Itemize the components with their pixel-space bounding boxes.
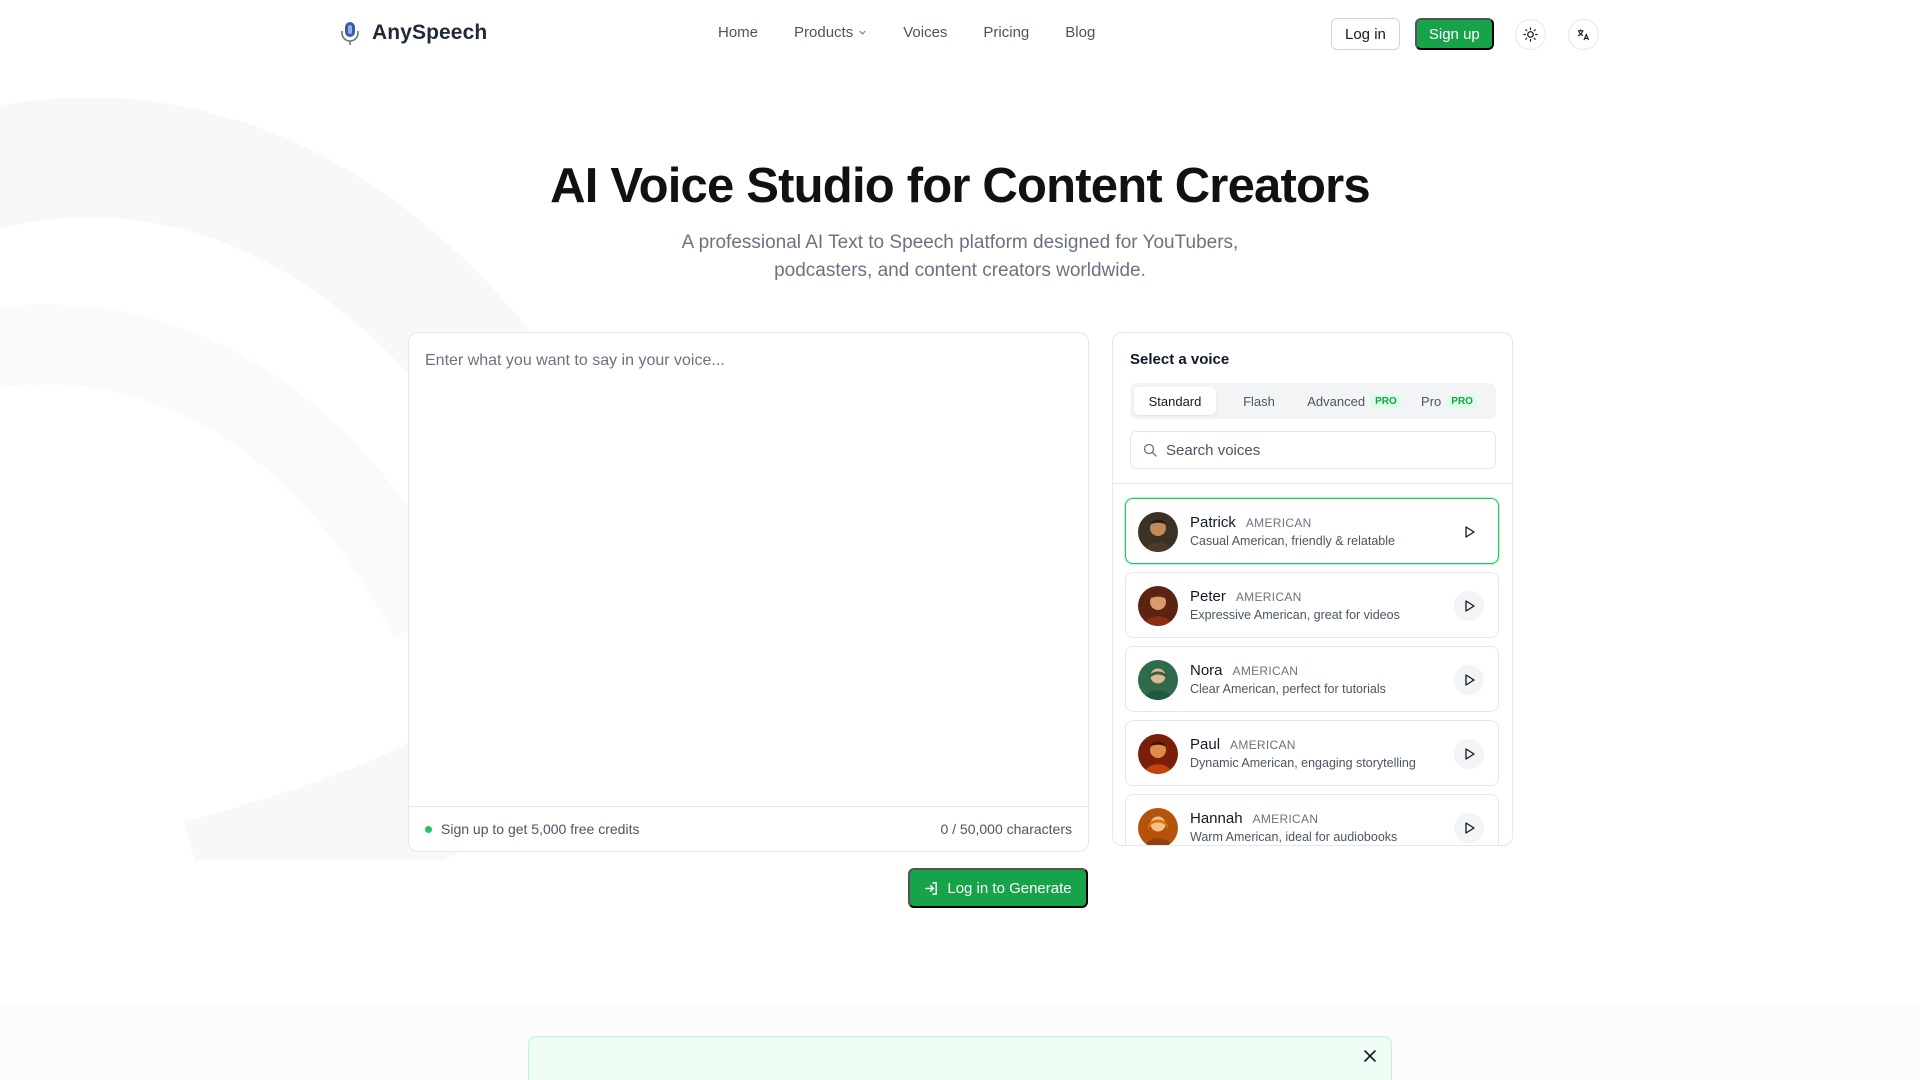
- credits-note-text: Sign up to get 5,000 free credits: [441, 821, 640, 837]
- editor-footer: Sign up to get 5,000 free credits 0 / 50…: [409, 806, 1088, 851]
- tab-standard-label: Standard: [1148, 393, 1202, 409]
- voice-list: Patrick AMERICAN Casual American, friend…: [1125, 498, 1499, 845]
- tab-flash[interactable]: Flash: [1216, 387, 1302, 415]
- tab-advanced-label: Advanced: [1307, 393, 1366, 409]
- generate-button-label: Log in to Generate: [947, 879, 1072, 897]
- voice-name: Hannah: [1190, 810, 1243, 827]
- tab-pro-label: Pro: [1421, 393, 1442, 409]
- nav-products[interactable]: Products: [794, 24, 867, 41]
- tab-flash-label: Flash: [1243, 393, 1275, 409]
- avatar: [1138, 586, 1178, 626]
- voice-accent: AMERICAN: [1235, 590, 1302, 604]
- voice-card-hannah[interactable]: Hannah AMERICAN Warm American, ideal for…: [1125, 794, 1499, 845]
- hero-title: AI Voice Studio for Content Creators: [550, 159, 1370, 213]
- chevron-down-icon: [859, 30, 866, 35]
- voice-accent: AMERICAN: [1230, 738, 1296, 752]
- brand-logo[interactable]: AnySpeech: [340, 20, 487, 46]
- divider: [1113, 483, 1512, 484]
- voice-accent: AMERICAN: [1245, 516, 1312, 530]
- avatar: [1138, 512, 1178, 552]
- play-icon: [1465, 748, 1475, 760]
- translate-icon: [1577, 28, 1589, 40]
- voice-search: [1130, 431, 1496, 469]
- voice-accent: AMERICAN: [1252, 812, 1319, 826]
- microphone-logo-icon: [341, 22, 359, 45]
- main-nav: Home Products Voices Pricing Blog: [718, 24, 1095, 41]
- nav-blog[interactable]: Blog: [1065, 24, 1095, 41]
- voice-card-patrick[interactable]: Patrick AMERICAN Casual American, friend…: [1125, 498, 1499, 564]
- play-preview-button[interactable]: [1454, 591, 1484, 621]
- voice-name-row: Nora AMERICAN: [1190, 662, 1298, 679]
- theme-toggle-button[interactable]: [1514, 18, 1546, 50]
- status-dot: [425, 825, 432, 833]
- voice-name: Nora: [1190, 662, 1223, 679]
- voice-name: Paul: [1190, 736, 1221, 753]
- generate-button[interactable]: Log in to Generate: [908, 868, 1088, 908]
- voice-accent: AMERICAN: [1232, 664, 1299, 678]
- voice-description: Dynamic American, engaging storytelling: [1190, 756, 1416, 770]
- brand-name: AnySpeech: [372, 21, 488, 44]
- voice-description: Casual American, friendly & relatable: [1190, 534, 1395, 548]
- play-icon: [1465, 674, 1475, 686]
- play-preview-button[interactable]: [1454, 739, 1484, 769]
- voice-model-tabs: Standard Flash Advanced PRO Pro PRO: [1130, 383, 1496, 419]
- nav-pricing[interactable]: Pricing: [983, 24, 1029, 41]
- search-icon: [1143, 443, 1157, 457]
- close-icon[interactable]: [1363, 1049, 1377, 1063]
- nav-products-label: Products: [794, 24, 854, 41]
- tab-advanced[interactable]: Advanced PRO: [1302, 387, 1406, 415]
- avatar: [1138, 660, 1178, 700]
- play-icon: [1465, 822, 1475, 834]
- pro-badge: PRO: [1447, 394, 1477, 408]
- voice-name-row: Paul AMERICAN: [1190, 736, 1296, 753]
- voice-description: Expressive American, great for videos: [1190, 608, 1400, 622]
- tab-pro[interactable]: Pro PRO: [1406, 387, 1492, 415]
- play-icon: [1465, 526, 1475, 538]
- voice-name: Peter: [1190, 588, 1226, 605]
- character-count: 0 / 50,000 characters: [940, 821, 1072, 837]
- voice-search-input[interactable]: [1166, 441, 1466, 459]
- voice-name-row: Patrick AMERICAN: [1190, 514, 1312, 531]
- nav-actions: Log in Sign up: [1331, 18, 1599, 50]
- login-button[interactable]: Log in: [1331, 18, 1400, 50]
- avatar: [1138, 808, 1178, 845]
- voice-selector-panel: Select a voice Standard Flash Advanced P…: [1112, 332, 1513, 846]
- credits-note: Sign up to get 5,000 free credits: [425, 821, 639, 837]
- play-preview-button[interactable]: [1454, 665, 1484, 695]
- top-navbar: AnySpeech Home Products Voices Pricing B…: [0, 0, 1920, 68]
- text-editor-panel: Sign up to get 5,000 free credits 0 / 50…: [408, 332, 1089, 852]
- play-preview-button[interactable]: [1454, 517, 1484, 547]
- voice-card-paul[interactable]: Paul AMERICAN Dynamic American, engaging…: [1125, 720, 1499, 786]
- voice-description: Warm American, ideal for audiobooks: [1190, 830, 1398, 844]
- nav-home[interactable]: Home: [718, 24, 758, 41]
- pro-badge: PRO: [1371, 394, 1401, 408]
- promo-banner: [528, 1036, 1392, 1080]
- avatar: [1138, 734, 1178, 774]
- voice-name-row: Hannah AMERICAN: [1190, 810, 1318, 827]
- voice-card-nora[interactable]: Nora AMERICAN Clear American, perfect fo…: [1125, 646, 1499, 712]
- voice-panel-title: Select a voice: [1130, 351, 1230, 368]
- script-textarea[interactable]: [409, 333, 1088, 807]
- voice-name: Patrick: [1190, 514, 1236, 531]
- sun-icon: [1523, 26, 1538, 42]
- play-preview-button[interactable]: [1454, 813, 1484, 843]
- login-icon: [925, 881, 938, 895]
- signup-button[interactable]: Sign up: [1414, 18, 1494, 50]
- language-button[interactable]: [1567, 18, 1599, 50]
- nav-voices[interactable]: Voices: [903, 24, 947, 41]
- voice-name-row: Peter AMERICAN: [1190, 588, 1302, 605]
- voice-description: Clear American, perfect for tutorials: [1190, 682, 1386, 696]
- play-icon: [1465, 600, 1475, 612]
- hero-subtitle: A professional AI Text to Speech platfor…: [681, 232, 1239, 281]
- voice-card-peter[interactable]: Peter AMERICAN Expressive American, grea…: [1125, 572, 1499, 638]
- tab-standard[interactable]: Standard: [1134, 387, 1216, 415]
